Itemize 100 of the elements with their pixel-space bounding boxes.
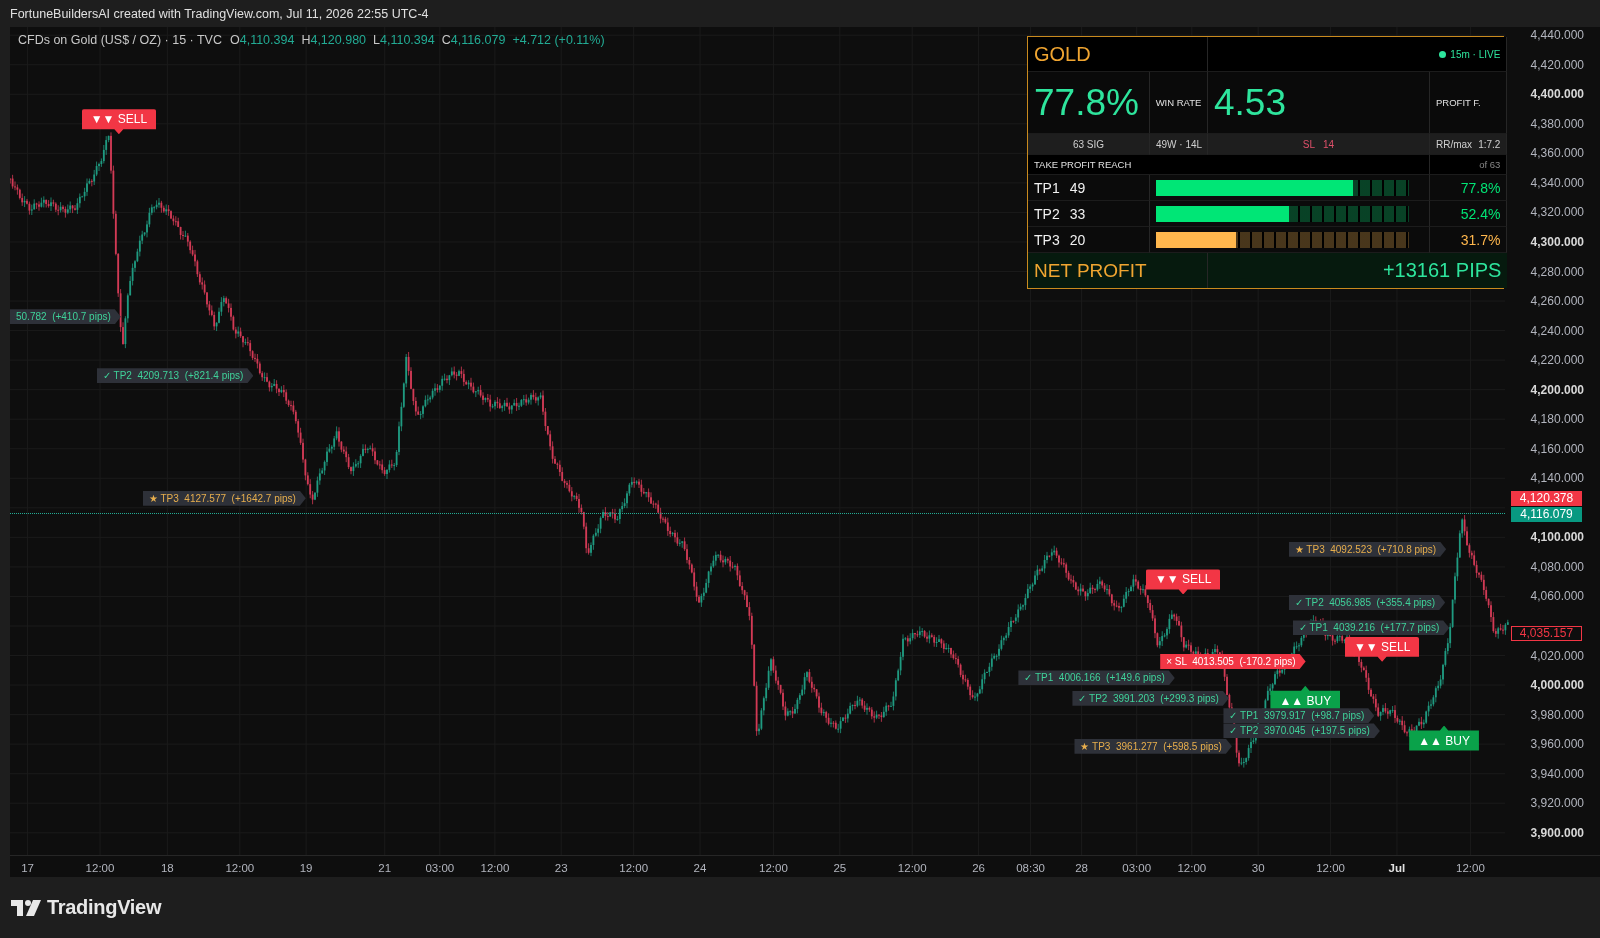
- time-axis-label: 12:00: [619, 862, 649, 874]
- target-count: 33: [1069, 205, 1086, 222]
- target-hit-label: ✓ TP2 3970.045 (+197.5 pips): [1223, 723, 1380, 739]
- price-axis-label: 3,900.000: [1529, 825, 1584, 840]
- time-axis-label: 08:30: [1016, 862, 1045, 874]
- target-name: TP3: [1034, 231, 1060, 248]
- time-axis-label: 12:00: [897, 862, 927, 874]
- sell-signal-label: ▼▼ SELL: [1145, 569, 1221, 595]
- time-axis-label: 25: [833, 862, 847, 874]
- time-axis-label: 03:00: [1122, 862, 1152, 874]
- net-profit-label: NET PROFIT: [1034, 259, 1147, 282]
- time-axis-label: 12:00: [85, 862, 115, 874]
- stop-loss-label: × SL 4013.505 (-170.2 pips): [1160, 654, 1306, 670]
- target-total: of 63: [1479, 159, 1501, 170]
- target-hit-label: 50.782 (+410.7 pips): [10, 309, 121, 325]
- live-status: 15m · LIVE: [1439, 48, 1501, 60]
- target-hit-label: ★ TP3 3961.277 (+598.5 pips): [1074, 738, 1232, 754]
- time-axis-label: 12:00: [759, 862, 788, 874]
- win-rate-label: WIN RATE: [1155, 97, 1202, 108]
- time-axis-label: Jul: [1388, 862, 1406, 874]
- risk-reward-label: RR/max: [1436, 138, 1473, 150]
- time-axis-label: 26: [972, 862, 985, 874]
- time-axis-label: 18: [160, 862, 174, 874]
- price-axis-label: 4,260.000: [1529, 294, 1584, 309]
- price-axis-label: 4,240.000: [1529, 323, 1584, 338]
- target-hit-label: ★ TP3 4092.523 (+710.8 pips): [1288, 541, 1447, 557]
- price-axis-label: 4,400.000: [1529, 87, 1584, 102]
- time-axis-label: 24: [693, 862, 707, 874]
- ohlc-label: O: [230, 33, 240, 47]
- sell-signal-label: ▼▼ SELL: [81, 109, 157, 135]
- price-axis-label: 4,220.000: [1529, 353, 1584, 368]
- time-axis-label: 17: [21, 862, 34, 874]
- price-axis-label: 4,420.000: [1529, 57, 1584, 72]
- buy-signal-label: ▲▲ BUY: [1409, 725, 1479, 751]
- time-axis-label: 23: [554, 862, 568, 874]
- time-axis-label: 12:00: [225, 862, 255, 874]
- price-axis-label: 4,340.000: [1529, 175, 1584, 190]
- target-hit-label: ★ TP3 4127.577 (+1642.7 pips): [142, 490, 306, 506]
- target-count: 20: [1069, 231, 1086, 248]
- time-axis-label: 12:00: [1316, 862, 1345, 874]
- target-hit-label: ✓ TP1 4006.166 (+149.6 pips): [1018, 670, 1175, 686]
- net-profit-value: +13161 PIPS: [1382, 259, 1502, 282]
- target-name: TP1: [1034, 179, 1060, 196]
- stop-loss-label: SL: [1302, 138, 1316, 150]
- ohlc-value: 4,116.079: [450, 33, 506, 47]
- price-axis-label: 3,940.000: [1529, 766, 1584, 781]
- target-name: TP2: [1034, 205, 1060, 222]
- price-axis-label: 4,320.000: [1529, 205, 1584, 220]
- ohlc-value: 4,110.394: [239, 33, 295, 47]
- section-title: TAKE PROFIT REACH: [1034, 159, 1132, 170]
- price-axis-label: 4,380.000: [1529, 116, 1584, 131]
- status-dot: [1439, 50, 1447, 58]
- logo-icon: [11, 899, 41, 916]
- target-hit-label: ✓ TP2 3991.203 (+299.3 pips): [1072, 690, 1229, 706]
- price-axis-label: 4,100.000: [1529, 530, 1584, 545]
- ohlc-label: L: [373, 33, 380, 47]
- target-percent: 77.8%: [1460, 179, 1501, 196]
- target-hit-label: ✓ TP1 3979.917 (+98.7 pips): [1223, 708, 1375, 724]
- panel-title: GOLD: [1034, 42, 1091, 66]
- price-change: +4.712 (+0.11%): [512, 33, 605, 47]
- target-hit-label: ✓ TP1 4039.216 (+177.7 pips): [1292, 620, 1450, 636]
- ohlc-value: 4,110.394: [380, 33, 435, 47]
- time-axis-label: 12:00: [480, 862, 510, 874]
- price-axis-label: 4,200.000: [1529, 382, 1584, 397]
- price-axis-label: 4,080.000: [1529, 559, 1584, 574]
- ohlc-label: C: [441, 33, 451, 47]
- price-axis-label: 4,160.000: [1529, 441, 1584, 456]
- time-axis-label: 03:00: [425, 862, 455, 874]
- profit-factor-value: 4.53: [1214, 81, 1286, 124]
- price-marker: 4,120.378: [1511, 491, 1582, 506]
- target-hit-label: ✓ TP2 4056.985 (+355.4 pips): [1288, 594, 1446, 610]
- brand-name: TradingView: [47, 896, 162, 919]
- price-marker: 4,116.079: [1511, 507, 1582, 522]
- risk-reward-value: 1:7.2: [1478, 138, 1501, 150]
- time-axis-label: 28: [1075, 862, 1088, 874]
- price-marker: 4,035.157: [1511, 626, 1582, 641]
- time-axis-label: 30: [1251, 862, 1265, 874]
- signal-count: 63 SIG: [1072, 138, 1105, 150]
- price-axis-label: 4,060.000: [1529, 589, 1584, 604]
- win-rate-value: 77.8%: [1034, 81, 1139, 124]
- price-axis-label: 3,980.000: [1529, 707, 1584, 722]
- target-count: 49: [1069, 179, 1086, 196]
- snapshot-caption: FortuneBuildersAI created with TradingView.com, Jul 11, 2026 22:55 UTC-4: [10, 6, 429, 21]
- sell-signal-label: ▼▼ SELL: [1344, 636, 1420, 662]
- price-axis-label: 4,140.000: [1529, 471, 1584, 486]
- win-loss-record: 49W · 14L: [1156, 138, 1203, 150]
- target-hit-label: ✓ TP2 4209.713 (+821.4 pips): [96, 368, 254, 384]
- price-axis-label: 4,440.000: [1529, 28, 1584, 43]
- time-axis-label: 21: [378, 862, 392, 874]
- price-axis-label: 3,920.000: [1529, 796, 1584, 811]
- price-axis-label: 4,020.000: [1529, 648, 1584, 663]
- price-axis-label: 3,960.000: [1529, 737, 1584, 752]
- ohlc-label: H: [301, 33, 311, 47]
- time-axis-label: 12:00: [1177, 862, 1207, 874]
- price-axis-label: 4,280.000: [1529, 264, 1584, 279]
- price-axis-label: 4,360.000: [1529, 146, 1584, 161]
- symbol-title: CFDs on Gold (US$ / OZ) · 15 · TVC: [18, 33, 222, 47]
- price-axis-label: 4,000.000: [1529, 678, 1584, 693]
- ohlc-value: 4,120.980: [310, 33, 367, 47]
- profit-factor-label: PROFIT F.: [1436, 97, 1481, 108]
